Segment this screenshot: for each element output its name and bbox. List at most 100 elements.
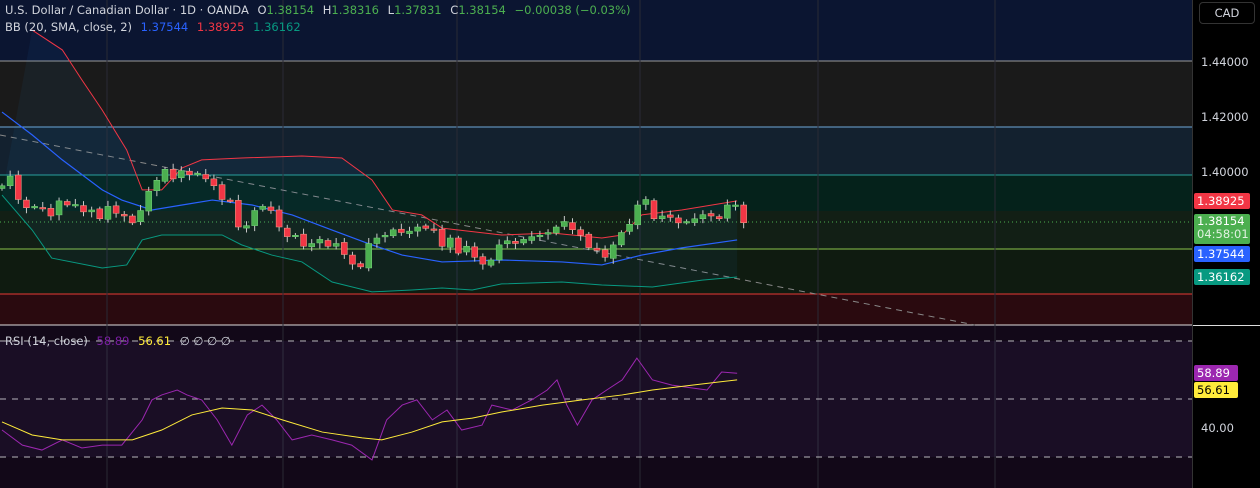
bb-legend[interactable]: BB (20, SMA, close, 2) 1.37544 1.38925 1… xyxy=(5,20,306,34)
price-axis[interactable]: CAD 1.44000 1.42000 1.40000 1.38925 1.38… xyxy=(1192,0,1260,488)
candle-body xyxy=(495,244,503,261)
candle-body xyxy=(487,259,495,266)
bb-lower-value: 1.36162 xyxy=(253,20,301,34)
candle xyxy=(634,200,641,230)
candle xyxy=(145,186,152,216)
candle-body xyxy=(365,243,372,269)
candle-body xyxy=(259,206,267,210)
candle-body xyxy=(406,230,413,234)
candle-body xyxy=(667,214,674,218)
candle-body xyxy=(463,246,470,253)
candle-body xyxy=(96,208,104,220)
candle-body xyxy=(308,243,315,248)
candle-body xyxy=(332,243,340,247)
candle-body xyxy=(202,174,209,180)
symbol-legend: U.S. Dollar / Canadian Dollar · 1D · OAN… xyxy=(5,3,636,17)
candle-body xyxy=(438,228,446,247)
candle-body xyxy=(169,169,177,180)
candle xyxy=(650,198,658,221)
candle-body xyxy=(691,218,698,223)
candle-body xyxy=(129,215,136,224)
candle-body xyxy=(341,242,348,255)
candle-body xyxy=(15,174,22,200)
candle-body xyxy=(626,224,633,232)
candle-body xyxy=(292,235,299,237)
bb-basis-tag: 1.37544 xyxy=(1194,246,1250,262)
rsi-legend[interactable]: RSI (14, close) 58.89 56.61 ∅ ∅ ∅ ∅ xyxy=(5,334,236,348)
rsi-extra: ∅ ∅ ∅ ∅ xyxy=(179,334,231,348)
candle-body xyxy=(63,201,71,206)
symbol-title[interactable]: U.S. Dollar / Canadian Dollar · 1D · OAN… xyxy=(5,3,249,17)
candle-body xyxy=(422,225,430,229)
candle-body xyxy=(178,170,185,179)
candle-body xyxy=(398,228,405,233)
candle-body xyxy=(601,249,609,258)
candle-body xyxy=(194,173,201,176)
candle-body xyxy=(88,209,95,213)
currency-button[interactable]: CAD xyxy=(1199,2,1255,24)
price-tick: 1.44000 xyxy=(1201,55,1249,69)
candle-body xyxy=(39,207,46,210)
candle-body xyxy=(610,244,617,259)
candle-body xyxy=(707,213,715,217)
candle-body xyxy=(121,214,128,217)
candle-body xyxy=(683,221,690,224)
price-chart[interactable] xyxy=(0,0,1192,488)
bb-lower-tag: 1.36162 xyxy=(1194,269,1250,285)
candle-body xyxy=(642,199,650,205)
candle-body xyxy=(447,237,454,248)
candle-body xyxy=(300,233,307,247)
candle-body xyxy=(284,227,291,237)
candle-body xyxy=(251,210,258,226)
candle-body xyxy=(80,205,87,213)
candle-body xyxy=(153,180,161,191)
candle-body xyxy=(218,184,226,200)
price-tick: 1.42000 xyxy=(1201,110,1249,124)
candle-body xyxy=(585,233,593,248)
candle-body xyxy=(104,206,112,220)
rsi-ma-value: 56.61 xyxy=(138,334,172,348)
candle-body xyxy=(512,241,519,244)
ohlc-close: C1.38154 xyxy=(450,3,506,17)
candle-body xyxy=(235,200,242,228)
bb-basis-value: 1.37544 xyxy=(140,20,189,34)
candle-body xyxy=(715,216,723,220)
candle-body xyxy=(72,204,79,207)
candle-body xyxy=(145,191,152,212)
candle-body xyxy=(316,239,324,244)
candle-body xyxy=(243,225,250,229)
candle-body xyxy=(634,204,641,226)
candle-body xyxy=(504,240,511,245)
rsi-value: 58.89 xyxy=(96,334,130,348)
rsi-band xyxy=(0,341,1192,457)
candle-body xyxy=(226,199,234,202)
candle-body xyxy=(732,204,739,207)
candle-body xyxy=(275,209,283,228)
rsi-label: RSI (14, close) xyxy=(5,334,88,348)
candle-body xyxy=(552,226,560,234)
candle xyxy=(96,206,104,221)
candle-body xyxy=(47,208,55,217)
candle xyxy=(235,194,242,231)
candle-body xyxy=(740,204,747,224)
last-price-tag: 1.38154 04:58:01 xyxy=(1194,214,1250,244)
candle-body xyxy=(6,175,14,186)
candle-body xyxy=(536,235,544,237)
candle-body xyxy=(479,256,487,265)
ohlc-low: L1.37831 xyxy=(387,3,442,17)
candle-body xyxy=(569,222,576,231)
candle-body xyxy=(593,247,601,251)
candle xyxy=(585,231,593,250)
candle-body xyxy=(324,240,332,247)
candle-body xyxy=(430,228,438,231)
candle-body xyxy=(528,236,535,241)
candle-body xyxy=(161,169,169,182)
candle-body xyxy=(357,263,364,268)
bb-label: BB (20, SMA, close, 2) xyxy=(5,20,132,34)
candle-body xyxy=(23,199,30,209)
candle-body xyxy=(471,246,478,258)
candle-body xyxy=(55,200,63,216)
ohlc-change: −0.00038 (−0.03%) xyxy=(514,3,631,17)
candle-body xyxy=(618,232,625,246)
ohlc-high: H1.38316 xyxy=(322,3,379,17)
